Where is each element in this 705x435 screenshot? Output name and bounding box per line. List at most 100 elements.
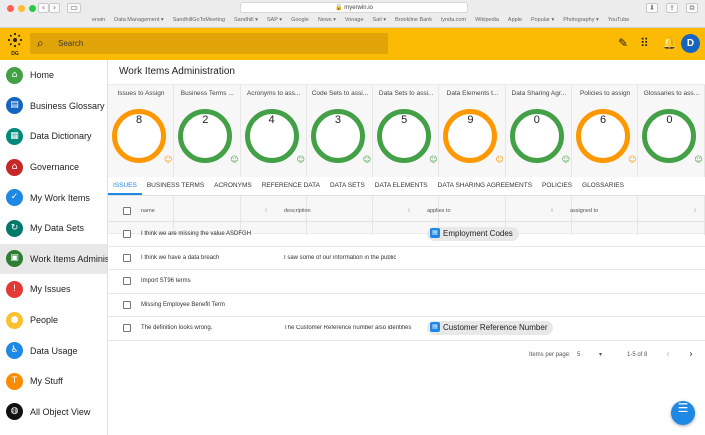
notifications-bell-icon[interactable]: 🔔 (662, 36, 677, 50)
sidebar-toggle-icon[interactable]: ▭ (67, 3, 81, 13)
sidebar-item-governance[interactable]: ⌂ Governance (0, 152, 107, 183)
app-window: ‹ › ▭ 🔒 myerwin.io ⬇ ⇪ ⧉ erwin Data Manag… (0, 0, 705, 435)
bookmark-link[interactable]: Vonage (345, 17, 364, 23)
menu-fab-button[interactable]: ☰ (671, 401, 695, 425)
bookmark-link[interactable]: Wikipedia (475, 17, 499, 23)
bookmark-link[interactable]: SAP ▾ (267, 17, 282, 23)
search-box[interactable]: ⌕ (30, 33, 388, 54)
zoom-window-button[interactable] (29, 5, 36, 12)
sidebar-item-all-object-view[interactable]: ◍ All Object View (0, 397, 107, 428)
bookmark-link[interactable]: News ▾ (318, 17, 336, 23)
bookmark-link[interactable]: YouTube (608, 17, 630, 23)
row-checkbox[interactable] (123, 324, 131, 332)
issue-description: I saw some of our information in the pub… (284, 254, 397, 261)
row-checkbox[interactable] (123, 277, 131, 285)
download-icon[interactable]: ⬇ (646, 3, 658, 13)
sort-name-icon[interactable]: ⇕ (264, 208, 268, 214)
column-header-name[interactable]: name (141, 208, 155, 214)
table-row[interactable]: Missing Employee Benefit Term (108, 294, 705, 317)
smiley-face-icon: ☺ (561, 155, 571, 164)
tab-reference-data[interactable]: REFERENCE DATA (257, 177, 325, 195)
count-ring: 4 (244, 109, 299, 163)
share-icon[interactable]: ⇪ (666, 3, 678, 13)
applies-to-chip[interactable]: ▤ Employment Codes (427, 227, 519, 241)
table-row[interactable]: The definition looks wrong. The Customer … (108, 317, 705, 341)
row-checkbox[interactable] (123, 300, 131, 309)
row-checkbox[interactable] (123, 230, 131, 238)
table-row[interactable]: I think we are missing the value ASDFGH ▤… (108, 223, 705, 247)
sidebar-item-business-glossary[interactable]: ▤ Business Glossary (0, 91, 107, 122)
search-input[interactable] (58, 36, 378, 51)
chevron-down-icon[interactable]: ▾ (599, 351, 602, 358)
bookmark-link[interactable]: Sail ▾ (373, 17, 386, 23)
tab-data-elements[interactable]: DATA ELEMENTS (370, 177, 433, 195)
sidebar-item-data-usage[interactable]: ♿ Data Usage (0, 335, 107, 366)
bookmark-link[interactable]: Photography ▾ (563, 17, 598, 23)
user-avatar[interactable]: D (681, 34, 700, 53)
search-icon: ⌕ (37, 36, 44, 50)
chip-label: Customer Reference Number (443, 323, 548, 332)
count-ring: 2 (178, 109, 233, 163)
erwin-logo[interactable]: DG (6, 31, 24, 57)
sidebar-item-my-data-sets[interactable]: ↻ My Data Sets (0, 213, 107, 244)
bookmark-link[interactable]: Apple (508, 17, 522, 23)
sort-applies-to-icon[interactable]: ⇕ (550, 208, 554, 214)
next-page-button[interactable]: › (689, 349, 693, 360)
smiley-face-icon: ☺ (429, 155, 438, 164)
sort-description-icon[interactable]: ⇕ (407, 208, 411, 214)
card-title: Acronyms to ass... (246, 90, 301, 97)
count-ring: 3 (310, 109, 365, 163)
bookmark-link[interactable]: Google (291, 17, 309, 23)
sidebar-item-work-items-administration[interactable]: ▣ Work Items Administration (0, 243, 108, 275)
bookmark-link[interactable]: Sandhill ▾ (234, 17, 258, 23)
issue-name: I think we are missing the value ASDFGH (141, 231, 252, 237)
row-checkbox[interactable] (123, 253, 131, 262)
column-header-description[interactable]: description (284, 208, 311, 214)
items-per-page-select[interactable]: 5 (577, 352, 580, 358)
minimize-window-button[interactable] (18, 5, 25, 12)
select-all-checkbox[interactable] (123, 207, 131, 215)
bookmark-link[interactable]: SandhillGoToMeeting (173, 17, 225, 23)
sidebar-item-my-issues[interactable]: ! My Issues (0, 274, 107, 305)
sidebar-item-label: All Object View (30, 406, 91, 417)
table-row[interactable]: I think we have a data breach I saw some … (108, 247, 705, 270)
bookmark-link[interactable]: Brookline Bank (395, 17, 432, 23)
neutral-face-icon: ☺ (628, 155, 637, 164)
address-bar[interactable]: 🔒 myerwin.io (240, 2, 468, 13)
sidebar-item-my-work-items[interactable]: ✓ My Work Items (0, 182, 107, 213)
tab-issues[interactable]: ISSUES (108, 177, 142, 195)
tab-business-terms[interactable]: BUSINESS TERMS (142, 177, 209, 195)
card-title: Issues to Assign (117, 90, 165, 97)
column-header-applies-to[interactable]: applies to (427, 208, 451, 214)
bank-icon: ⌂ (6, 158, 23, 176)
sidebar-item-my-stuff[interactable]: T My Stuff (0, 366, 107, 397)
bookmark-link[interactable]: erwin (92, 17, 105, 23)
sort-assigned-to-icon[interactable]: ⇕ (693, 208, 697, 214)
count-ring: 9 (443, 109, 498, 163)
column-header-assigned-to[interactable]: assigned to (570, 208, 598, 214)
bookmark-link[interactable]: Popular ▾ (531, 17, 554, 23)
sidebar-item-home[interactable]: ⌂ Home (0, 60, 107, 91)
forward-button[interactable]: › (49, 3, 60, 13)
sidebar-item-label: Data Dictionary (30, 131, 92, 142)
applies-to-chip[interactable]: ▤ Customer Reference Number (427, 321, 554, 335)
sidebar-item-label: My Work Items (30, 192, 90, 203)
tab-data-sharing-agreements[interactable]: DATA SHARING AGREEMENTS (433, 177, 537, 195)
prev-page-button[interactable]: ‹ (666, 349, 670, 360)
table-row[interactable]: Import ST96 terms (108, 270, 705, 294)
sidebar-item-people[interactable]: ● People (0, 305, 107, 336)
sidebar-item-label: Business Glossary (30, 100, 105, 111)
apps-grid-icon[interactable]: ⠿ (640, 36, 649, 50)
bookmark-link[interactable]: Data Management ▾ (114, 17, 164, 23)
bookmark-link[interactable]: lynda.com (441, 17, 466, 23)
issue-description: The Customer Reference number also ident… (284, 325, 412, 331)
tabs-icon[interactable]: ⧉ (686, 3, 698, 13)
sidebar-item-data-dictionary[interactable]: ▦ Data Dictionary (0, 121, 107, 152)
edit-icon[interactable]: ✎ (618, 36, 628, 50)
tab-acronyms[interactable]: ACRONYMS (209, 177, 257, 195)
tab-data-sets[interactable]: DATA SETS (325, 177, 370, 195)
back-button[interactable]: ‹ (38, 3, 49, 13)
close-window-button[interactable] (7, 5, 14, 12)
tab-policies[interactable]: POLICIES (537, 177, 577, 195)
tab-glossaries[interactable]: GLOSSARIES (577, 177, 629, 195)
